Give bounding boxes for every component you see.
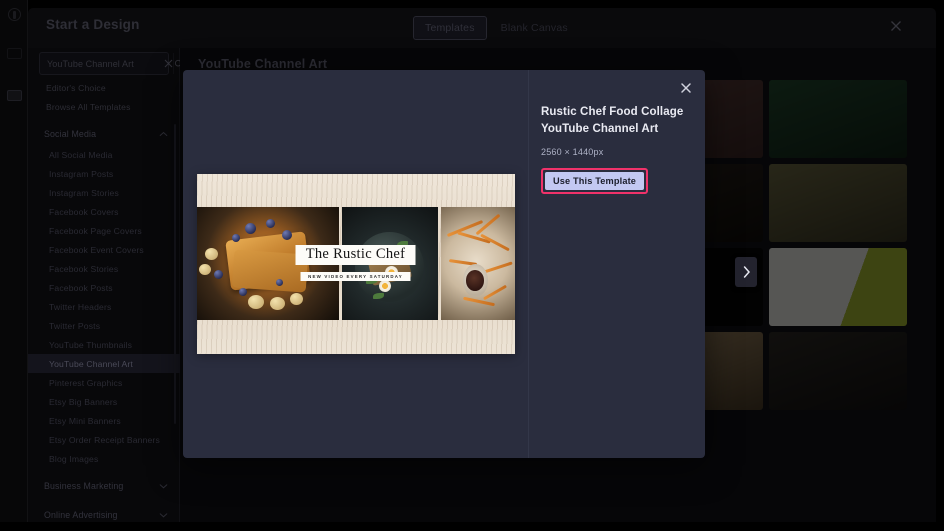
carousel-next-button[interactable] xyxy=(735,257,757,287)
sidebar-item-etsy-order-receipt-banners[interactable]: Etsy Order Receipt Banners xyxy=(28,430,180,449)
sidebar-group-business-marketing[interactable]: Business Marketing xyxy=(28,475,180,497)
sidebar-item-youtube-thumbnails[interactable]: YouTube Thumbnails xyxy=(28,335,180,354)
results-heading: YouTube Channel Art xyxy=(198,57,328,71)
sidebar-group-label: Social Media xyxy=(44,129,97,139)
sidebar-item-instagram-posts[interactable]: Instagram Posts xyxy=(28,164,180,183)
sidebar-item-youtube-channel-art[interactable]: YouTube Channel Art xyxy=(28,354,180,373)
photo-sweet-potato-fries xyxy=(440,207,515,320)
sidebar-item-etsy-big-banners[interactable]: Etsy Big Banners xyxy=(28,392,180,411)
close-icon xyxy=(891,21,901,31)
sidebar-item-all-social-media[interactable]: All Social Media xyxy=(28,145,180,164)
sidebar-item-editors-choice[interactable]: Editor's Choice xyxy=(28,78,180,97)
tab-templates[interactable]: Templates xyxy=(413,16,487,40)
sidebar-item-facebook-stories[interactable]: Facebook Stories xyxy=(28,259,180,278)
app-rail xyxy=(0,0,28,531)
sidebar-group-label: Business Marketing xyxy=(44,481,124,491)
template-dimensions: 2560 × 1440px xyxy=(541,147,604,158)
sidebar-item-etsy-mini-banners[interactable]: Etsy Mini Banners xyxy=(28,411,180,430)
page-title: Start a Design xyxy=(46,17,140,32)
app-root: Start a Design Templates Blank Canvas Yo… xyxy=(0,0,944,531)
template-preview-modal: The Rustic Chef NEW VIDEO EVERY SATURDAY… xyxy=(183,70,705,458)
sidebar-item-browse-all-templates[interactable]: Browse All Templates xyxy=(28,97,180,116)
bottom-bar xyxy=(0,522,944,531)
use-template-highlight: Use This Template xyxy=(541,168,649,195)
app-logo[interactable] xyxy=(8,8,21,21)
sidebar-group-social-media[interactable]: Social Media xyxy=(28,123,180,145)
layers-icon[interactable] xyxy=(7,90,22,101)
template-preview-details: Rustic Chef Food Collage YouTube Channel… xyxy=(528,70,705,458)
tab-blank-canvas[interactable]: Blank Canvas xyxy=(489,16,580,40)
template-card-lime-white[interactable] xyxy=(769,248,907,326)
artwork-brand-title: The Rustic Chef xyxy=(295,245,416,265)
template-preview-image-area: The Rustic Chef NEW VIDEO EVERY SATURDAY xyxy=(183,70,528,458)
sidebar-group-label: Online Advertising xyxy=(44,510,118,520)
sidebar-item-twitter-headers[interactable]: Twitter Headers xyxy=(28,297,180,316)
template-artwork: The Rustic Chef NEW VIDEO EVERY SATURDAY xyxy=(196,174,515,354)
chevron-down-icon xyxy=(159,513,168,518)
chevron-down-icon xyxy=(159,484,168,489)
artwork-brand-subtitle: NEW VIDEO EVERY SATURDAY xyxy=(300,272,411,281)
search-clear-button[interactable] xyxy=(164,53,173,74)
chevron-right-icon xyxy=(743,266,750,278)
template-title: Rustic Chef Food Collage YouTube Channel… xyxy=(541,106,684,135)
panel-icon[interactable] xyxy=(7,48,22,59)
dialog-topbar: Start a Design Templates Blank Canvas xyxy=(28,8,936,48)
dialog-close-button[interactable] xyxy=(886,16,906,36)
sidebar-item-instagram-stories[interactable]: Instagram Stories xyxy=(28,183,180,202)
close-icon xyxy=(681,83,691,93)
search-input[interactable] xyxy=(40,58,164,69)
use-this-template-button[interactable]: Use This Template xyxy=(545,172,645,191)
close-icon xyxy=(164,59,173,68)
category-sidebar: Editor's Choice Browse All Templates Soc… xyxy=(28,48,184,531)
sidebar-item-blog-images[interactable]: Blog Images xyxy=(28,449,180,468)
mode-tabs: Templates Blank Canvas xyxy=(413,16,580,40)
sidebar-scrollbar[interactable] xyxy=(174,124,176,424)
sidebar-item-pinterest-graphics[interactable]: Pinterest Graphics xyxy=(28,373,180,392)
template-card-olive-frame[interactable] xyxy=(769,164,907,242)
search-box xyxy=(39,52,184,75)
template-card-green-botanical[interactable] xyxy=(769,80,907,158)
sidebar-item-facebook-page-covers[interactable]: Facebook Page Covers xyxy=(28,221,180,240)
chevron-up-icon xyxy=(159,131,168,137)
sidebar-item-facebook-covers[interactable]: Facebook Covers xyxy=(28,202,180,221)
sidebar-item-facebook-posts[interactable]: Facebook Posts xyxy=(28,278,180,297)
artwork-title-block: The Rustic Chef NEW VIDEO EVERY SATURDAY xyxy=(276,245,435,283)
modal-close-button[interactable] xyxy=(678,80,694,96)
category-list[interactable]: Editor's Choice Browse All Templates Soc… xyxy=(28,78,180,531)
template-card-misc[interactable] xyxy=(769,332,907,410)
sidebar-item-twitter-posts[interactable]: Twitter Posts xyxy=(28,316,180,335)
sidebar-item-facebook-event-covers[interactable]: Facebook Event Covers xyxy=(28,240,180,259)
